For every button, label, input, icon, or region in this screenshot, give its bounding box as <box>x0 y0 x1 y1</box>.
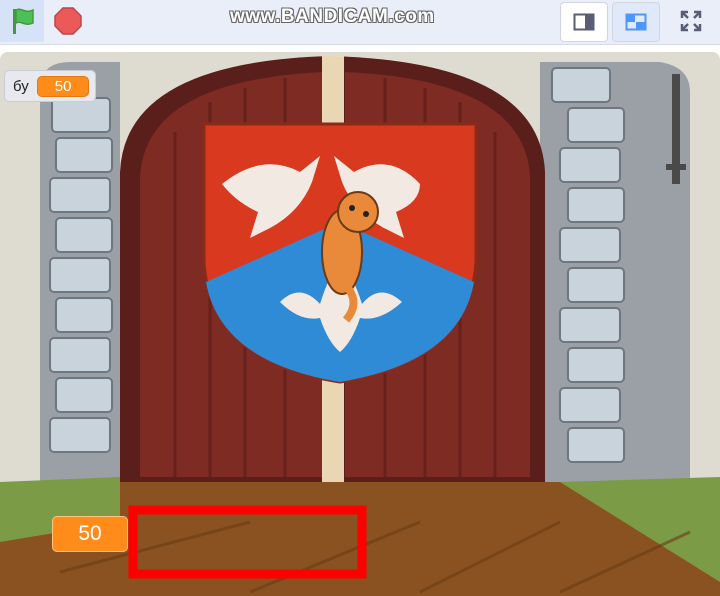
large-stage-button[interactable] <box>612 2 660 42</box>
stage-header: www.BANDICAM.com <box>0 0 720 45</box>
variable-monitor[interactable]: бу 50 <box>4 70 97 102</box>
small-stage-icon <box>573 13 595 31</box>
large-stage-icon <box>625 13 647 31</box>
green-flag-icon <box>13 8 34 34</box>
left-stone-wall <box>40 62 120 482</box>
small-stage-button[interactable] <box>560 2 608 42</box>
variable-value: 50 <box>36 75 90 97</box>
stage-canvas[interactable]: бу 50 50 <box>0 52 720 596</box>
variable-label: бу <box>13 77 29 95</box>
right-stone-wall <box>540 62 690 492</box>
fullscreen-button[interactable] <box>668 2 714 40</box>
fullscreen-icon <box>680 10 702 32</box>
castle-gate-backdrop <box>0 52 720 596</box>
large-variable-readout[interactable]: 50 <box>52 516 128 552</box>
watermark: www.BANDICAM.com <box>230 6 435 27</box>
stop-sign-icon <box>54 7 82 35</box>
green-flag-button[interactable] <box>0 0 44 42</box>
stop-button[interactable] <box>48 0 88 42</box>
